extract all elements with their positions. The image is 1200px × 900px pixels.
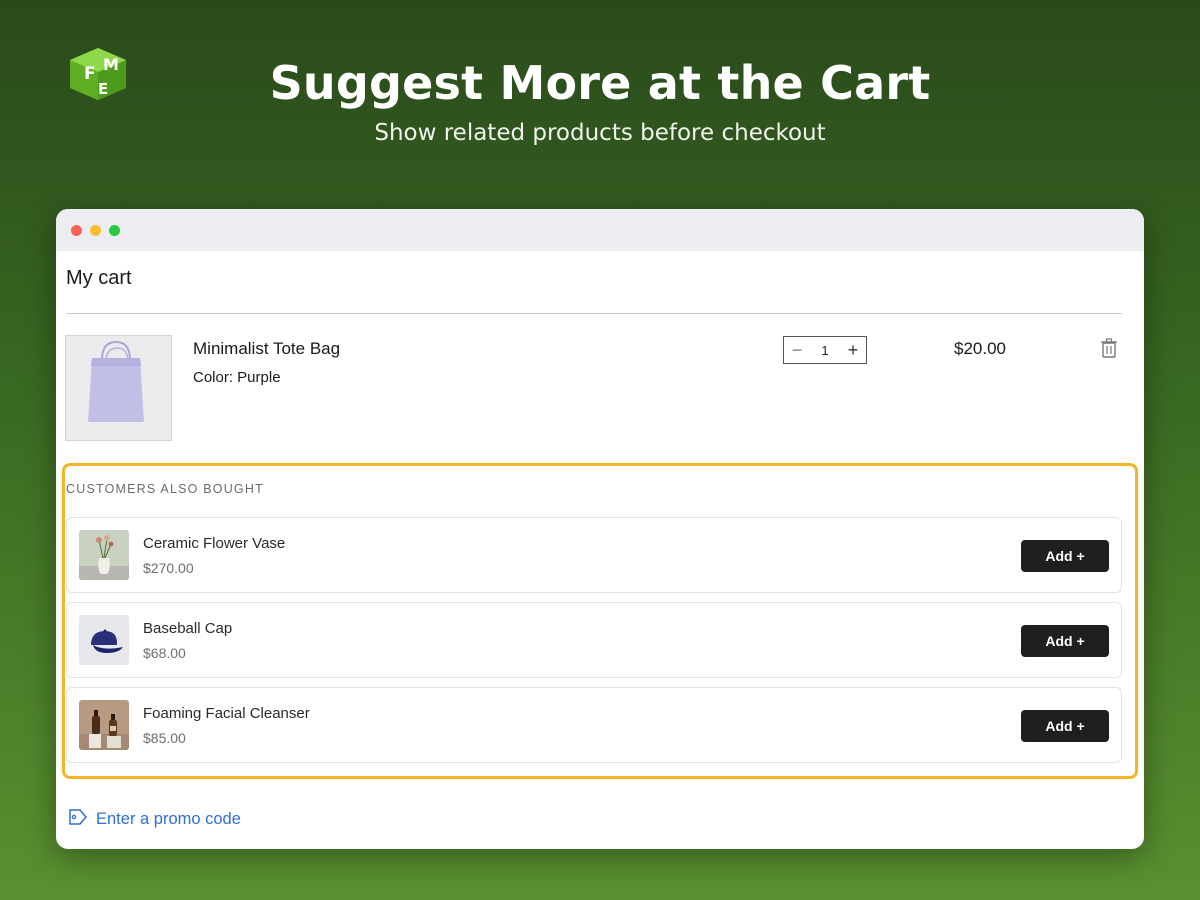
suggestion-name[interactable]: Ceramic Flower Vase	[143, 535, 285, 552]
promo-code-link[interactable]: Enter a promo code	[68, 808, 241, 831]
quantity-stepper[interactable]: − 1 +	[783, 336, 867, 364]
add-cleanser-button[interactable]: Add +	[1021, 710, 1109, 742]
add-vase-button[interactable]: Add +	[1021, 540, 1109, 572]
cart-item-color: Color: Purple	[193, 369, 281, 386]
suggestion-row: Baseball Cap $68.00 Add +	[66, 602, 1122, 678]
browser-window: My cart Minimalist Tote Bag Color: Purpl…	[56, 209, 1144, 849]
cart-item-price: $20.00	[954, 339, 1006, 358]
minimize-window-button[interactable]	[90, 225, 101, 236]
cart-item-name[interactable]: Minimalist Tote Bag	[193, 339, 340, 359]
suggestion-name[interactable]: Foaming Facial Cleanser	[143, 705, 310, 722]
maximize-window-button[interactable]	[109, 225, 120, 236]
tag-icon	[68, 808, 88, 831]
quantity-value[interactable]: 1	[821, 343, 828, 358]
close-window-button[interactable]	[71, 225, 82, 236]
suggestion-name[interactable]: Baseball Cap	[143, 620, 232, 637]
cleanser-thumbnail[interactable]	[79, 700, 129, 750]
quantity-increase-button[interactable]: +	[846, 341, 860, 359]
suggestion-price: $85.00	[143, 730, 186, 746]
suggestions-title: CUSTOMERS ALSO BOUGHT	[66, 482, 264, 496]
cart-divider	[66, 313, 1122, 314]
tote-bag-thumbnail[interactable]	[65, 335, 172, 441]
suggestion-row: Ceramic Flower Vase $270.00 Add +	[66, 517, 1122, 593]
trash-icon[interactable]	[1100, 338, 1118, 358]
window-titlebar	[56, 209, 1144, 251]
suggestion-row: Foaming Facial Cleanser $85.00 Add +	[66, 687, 1122, 763]
suggestion-price: $270.00	[143, 560, 194, 576]
banner-headline: Suggest More at the Cart	[269, 56, 931, 110]
suggestion-price: $68.00	[143, 645, 186, 661]
add-cap-button[interactable]: Add +	[1021, 625, 1109, 657]
quantity-decrease-button[interactable]: −	[790, 341, 804, 359]
promo-code-label[interactable]: Enter a promo code	[96, 810, 241, 829]
vase-thumbnail[interactable]	[79, 530, 129, 580]
cart-title: My cart	[66, 267, 132, 289]
banner-subline: Show related products before checkout	[374, 120, 826, 146]
cap-thumbnail[interactable]	[79, 615, 129, 665]
